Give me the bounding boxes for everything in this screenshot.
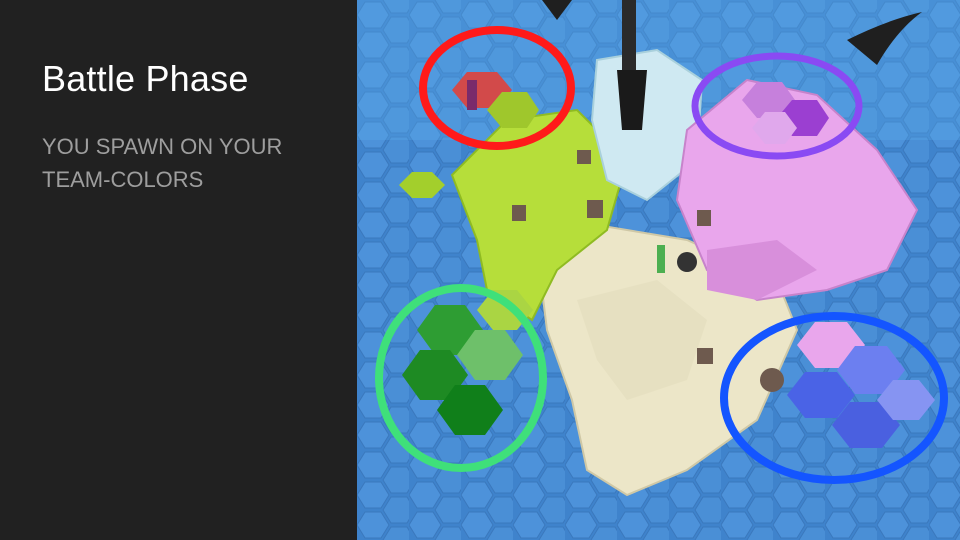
tree-trunk-dark (617, 70, 647, 130)
slide-body-text: YOU SPAWN ON YOUR TEAM-COLORS (42, 134, 283, 192)
game-screenshot (357, 0, 960, 540)
slide-text-panel: Battle Phase YOU SPAWN ON YOUR TEAM-COLO… (0, 0, 357, 540)
game-scene-illustration (357, 0, 960, 540)
slide-title: Battle Phase (42, 58, 249, 99)
tree-trunk (622, 0, 636, 70)
